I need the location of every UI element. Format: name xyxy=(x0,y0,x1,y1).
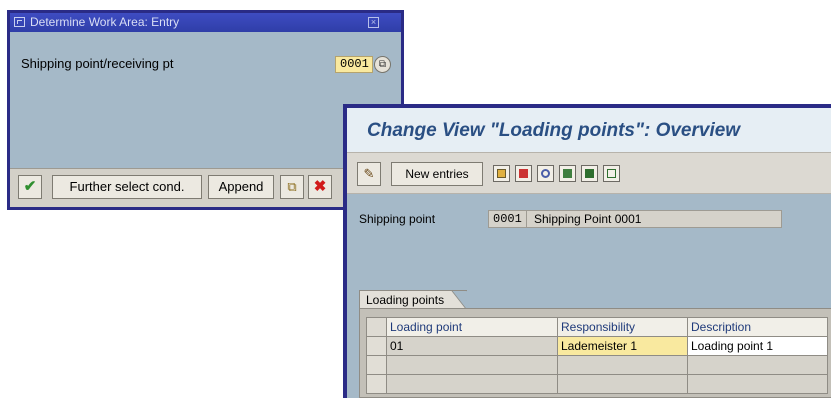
shipping-point-label: Shipping point/receiving pt xyxy=(21,56,174,71)
tab-label: Loading points xyxy=(366,293,445,307)
page-title: Change View "Loading points": Overview xyxy=(367,120,741,141)
dialog-window-icon xyxy=(14,17,25,27)
append-button[interactable]: Append xyxy=(208,175,274,199)
further-select-button[interactable]: Further select cond. xyxy=(52,175,202,199)
select-all-cell[interactable] xyxy=(366,317,387,337)
column-header-loading-point[interactable]: Loading point xyxy=(386,317,558,337)
loading-points-window: Change View "Loading points": Overview ✎… xyxy=(343,104,831,398)
delete-icon[interactable] xyxy=(515,165,532,182)
column-header-responsibility[interactable]: Responsibility xyxy=(557,317,688,337)
table-header-row: Loading point Responsibility Description xyxy=(366,317,828,337)
field-divider xyxy=(526,211,527,227)
shipping-point-description: Shipping Point 0001 xyxy=(534,212,642,226)
loading-point-cell[interactable] xyxy=(386,374,558,394)
confirm-check-button[interactable]: ✔ xyxy=(18,175,42,199)
description-cell[interactable] xyxy=(687,374,828,394)
shipping-point-field: 0001 Shipping Point 0001 xyxy=(488,210,782,228)
table-row xyxy=(366,374,828,394)
shipping-point-code: 0001 xyxy=(493,212,522,226)
loading-points-table-container: Loading point Responsibility Description… xyxy=(359,308,831,398)
table-row: 01 Lademeister 1 Loading point 1 xyxy=(366,336,828,356)
responsibility-cell[interactable] xyxy=(557,355,688,375)
application-toolbar: ✎ New entries xyxy=(347,152,831,194)
loading-point-cell[interactable]: 01 xyxy=(386,336,558,356)
table-row xyxy=(366,355,828,375)
responsibility-cell[interactable] xyxy=(557,374,688,394)
deselect-all-icon[interactable] xyxy=(603,165,620,182)
description-cell[interactable]: Loading point 1 xyxy=(687,336,828,356)
responsibility-cell[interactable]: Lademeister 1 xyxy=(557,336,688,356)
dialog-title: Determine Work Area: Entry xyxy=(30,15,180,29)
shipping-point-label: Shipping point xyxy=(359,212,436,226)
loading-points-table: Loading point Responsibility Description… xyxy=(366,317,828,394)
new-entries-button[interactable]: New entries xyxy=(391,162,483,186)
select-all-icon[interactable] xyxy=(559,165,576,182)
window-header: Change View "Loading points": Overview xyxy=(347,108,831,152)
undo-change-icon[interactable] xyxy=(537,165,554,182)
cancel-x-button[interactable]: ✖ xyxy=(308,175,332,199)
copy-window-icon[interactable]: ⧉ xyxy=(280,175,304,199)
row-selector[interactable] xyxy=(366,355,387,375)
value-help-icon[interactable]: ⧉ xyxy=(374,56,391,73)
row-selector[interactable] xyxy=(366,374,387,394)
close-icon[interactable]: × xyxy=(368,17,379,28)
loading-point-cell[interactable] xyxy=(386,355,558,375)
row-selector[interactable] xyxy=(366,336,387,356)
tab-loading-points[interactable]: Loading points xyxy=(359,290,468,309)
select-block-icon[interactable] xyxy=(581,165,598,182)
display-change-icon[interactable]: ✎ xyxy=(357,162,381,186)
description-cell[interactable] xyxy=(687,355,828,375)
copy-as-icon[interactable] xyxy=(493,165,510,182)
dialog-titlebar[interactable]: Determine Work Area: Entry × xyxy=(10,13,401,32)
column-header-description[interactable]: Description xyxy=(687,317,828,337)
shipping-point-input[interactable]: 0001 xyxy=(335,56,373,73)
